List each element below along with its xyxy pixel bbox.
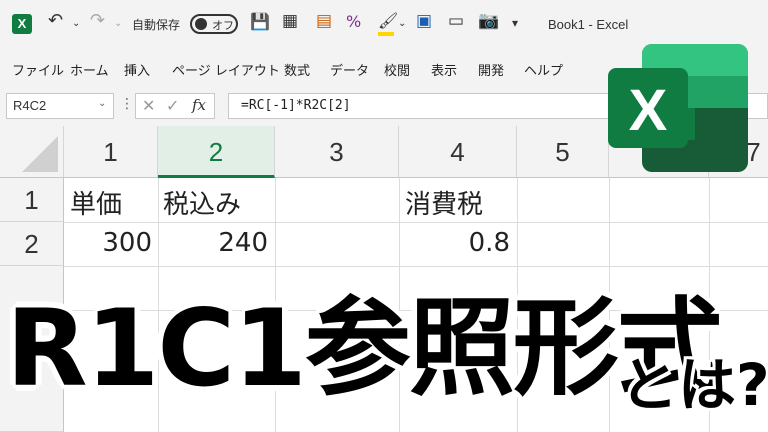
cell-r2c4[interactable]: 0.8 [469, 228, 510, 258]
tab-view[interactable]: 表示 [431, 60, 457, 79]
gridline [64, 222, 768, 223]
title-bar: X ↶ ⌄ ↷ ⌄ 自動保存 オフ 💾 ▦ ▤ % 🖌 ⌄ ▣ ▭ 📷 ▾ Bo… [0, 0, 768, 50]
undo-icon[interactable]: ↶ [48, 10, 63, 31]
percent-style-icon[interactable]: % [346, 12, 361, 31]
center-across-icon[interactable]: ▣ [416, 11, 432, 31]
row-header-2[interactable]: 2 [0, 222, 64, 266]
column-header-3[interactable]: 3 [275, 126, 399, 178]
cell-r1c1[interactable]: 単価 [70, 184, 122, 221]
window-title: Book1 - Excel [548, 17, 629, 32]
tab-data[interactable]: データ [330, 60, 369, 79]
fill-color-icon[interactable]: 🖌 [378, 11, 398, 30]
enter-icon[interactable]: ✓ [166, 96, 179, 115]
tab-insert[interactable]: 挿入 [124, 60, 150, 79]
toggle-state-label: オフ [212, 19, 234, 32]
redo-icon[interactable]: ↷ [90, 10, 105, 31]
tab-home[interactable]: ホーム [70, 60, 109, 79]
redo-dropdown-icon[interactable]: ⌄ [114, 18, 122, 29]
form-icon[interactable]: ▭ [448, 11, 464, 31]
borders-icon[interactable]: ▦ [282, 11, 298, 31]
name-box-dropdown-icon[interactable]: ⌄ [98, 98, 106, 109]
cell-r2c2[interactable]: 240 [218, 228, 268, 258]
tab-developer[interactable]: 開発 [478, 60, 504, 79]
cancel-icon[interactable]: ✕ [142, 96, 155, 115]
tab-help[interactable]: ヘルプ [524, 60, 563, 79]
row-header-1[interactable]: 1 [0, 178, 64, 222]
column-header-1[interactable]: 1 [64, 126, 158, 178]
tab-review[interactable]: 校閲 [384, 60, 410, 79]
tab-file[interactable]: ファイル [12, 60, 64, 79]
autosave-toggle[interactable]: オフ [190, 14, 238, 34]
format-table-icon[interactable]: ▤ [316, 11, 332, 31]
tab-page-layout[interactable]: ページ レイアウト [172, 60, 280, 79]
fill-color-dropdown-icon[interactable]: ⌄ [398, 18, 406, 29]
customize-toolbar-icon[interactable]: ▾ [512, 16, 518, 30]
more-options-icon[interactable]: ⋮ [120, 96, 134, 112]
undo-dropdown-icon[interactable]: ⌄ [72, 18, 80, 29]
insert-function-icon[interactable]: fx [192, 96, 206, 114]
column-header-2[interactable]: 2 [158, 126, 275, 178]
tab-formulas[interactable]: 数式 [284, 60, 310, 79]
formula-actions: ✕ ✓ fx [135, 93, 215, 119]
column-header-5[interactable]: 5 [517, 126, 609, 178]
autosave-label: 自動保存 [132, 18, 181, 32]
save-icon[interactable]: 💾 [250, 12, 270, 31]
cell-r1c2[interactable]: 税込み [163, 184, 241, 221]
toggle-knob-icon [195, 18, 207, 30]
select-all-corner[interactable] [0, 126, 64, 178]
excel-logo-letter: X [629, 78, 668, 143]
column-header-4[interactable]: 4 [399, 126, 517, 178]
fill-color-swatch [378, 32, 394, 36]
excel-logo-icon: X [608, 44, 748, 172]
excel-app-icon: X [12, 14, 32, 34]
overlay-title: R1C1参照形式 [6, 287, 723, 410]
camera-icon[interactable]: 📷 [478, 11, 499, 31]
overlay-subtitle: とは? [620, 351, 768, 419]
cell-r1c4[interactable]: 消費税 [405, 184, 483, 221]
select-all-triangle-icon [22, 136, 58, 172]
cell-r2c1[interactable]: 300 [102, 228, 152, 258]
